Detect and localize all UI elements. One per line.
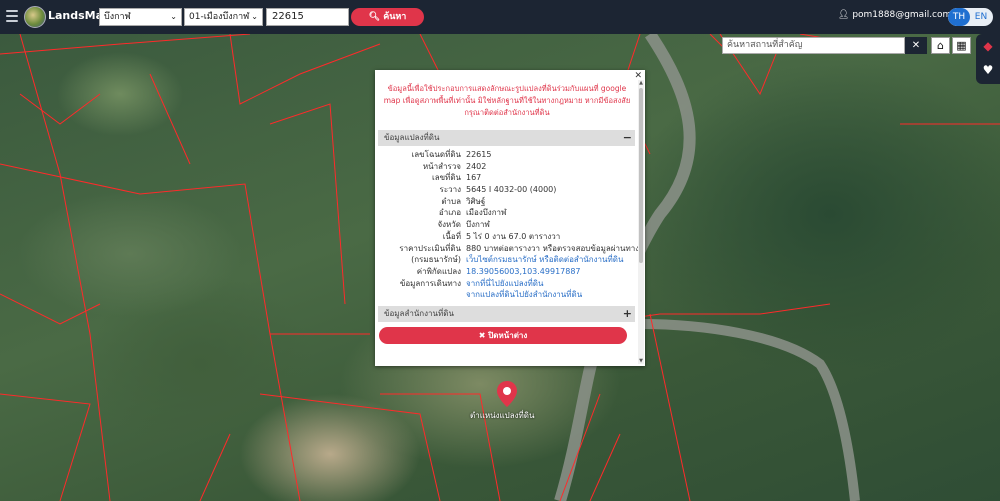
info-key: อำเภอ: [438, 208, 461, 218]
info-key: ข้อมูลการเดินทาง: [399, 278, 461, 288]
info-row: เลขโฉนดที่ดิน 22615: [375, 149, 637, 161]
info-value: บึงกาฬ: [466, 220, 490, 230]
menu-icon[interactable]: [6, 10, 18, 22]
info-row: ข้อมูลการเดินทาง จากที่นี่ไปยังแปลงที่ดิน: [375, 278, 637, 290]
treasury-link[interactable]: เว็บไซต์กรมธนารักษ์ หรือติดต่อสำนักงานที…: [466, 254, 623, 266]
scrollbar-thumb[interactable]: [639, 88, 643, 263]
info-key: ระวาง: [439, 185, 461, 195]
side-tools: ◆ ♥: [976, 34, 1000, 84]
chevron-down-icon: ⌄: [251, 12, 258, 21]
directions-to-parcel-link[interactable]: จากที่นี่ไปยังแปลงที่ดิน: [466, 278, 543, 290]
parcel-number-input[interactable]: 22615: [266, 8, 349, 26]
info-value: 5 ไร่ 0 งาน 67.0 ตารางวา: [466, 231, 561, 241]
info-value: 5645 I 4032-00 (4000): [466, 185, 557, 195]
info-row: เนื้อที่ 5 ไร่ 0 งาน 67.0 ตารางวา: [375, 231, 637, 243]
info-value: 880 บาทต่อตารางวา หรือตรวจสอบข้อมูลผ่านท…: [466, 243, 640, 253]
info-value: 2402: [466, 161, 487, 171]
info-row: จากแปลงที่ดินไปยังสำนักงานที่ดิน: [375, 289, 637, 301]
section-parcel-info-title: ข้อมูลแปลงที่ดิน: [384, 133, 440, 142]
coordinates-link[interactable]: 18.39056003,103.49917887: [466, 266, 581, 278]
collapse-icon[interactable]: −: [623, 130, 632, 146]
info-row: ค่าพิกัดแปลง 18.39056003,103.49917887: [375, 266, 637, 278]
info-key: ตำบล: [441, 196, 461, 206]
info-row: ระวาง 5645 I 4032-00 (4000): [375, 184, 637, 196]
info-value: 167: [466, 173, 482, 183]
info-key: เลขที่ดิน: [431, 173, 461, 183]
info-key: เลขโฉนดที่ดิน: [411, 150, 461, 159]
grid-icon[interactable]: ▦: [952, 37, 971, 54]
disclaimer-notice: ข้อมูลนี้เพื่อใช้ประกอบการแสดงลักษณะรูปแ…: [383, 84, 631, 117]
close-icon[interactable]: ✕: [905, 37, 927, 54]
info-row: อำเภอ เมืองบึงกาฬ: [375, 207, 637, 219]
language-toggle: TH EN: [948, 8, 993, 26]
section-land-office[interactable]: ข้อมูลสำนักงานที่ดิน +: [378, 306, 635, 322]
pin-label: ตำแหน่งแปลงที่ดิน: [470, 411, 535, 420]
user-menu[interactable]: 👤︎ pom1888@gmail.com ▾: [838, 10, 959, 20]
info-row: ตำบล วิศิษฐ์: [375, 196, 637, 208]
info-key: ราคาประเมินที่ดิน: [399, 243, 461, 253]
expand-icon[interactable]: +: [623, 306, 632, 322]
section-land-office-title: ข้อมูลสำนักงานที่ดิน: [384, 309, 454, 318]
info-row: จังหวัด บึงกาฬ: [375, 219, 637, 231]
search-icon: 🔍︎: [368, 12, 381, 22]
info-key: เนื้อที่: [442, 231, 461, 241]
directions-to-office-link[interactable]: จากแปลงที่ดินไปยังสำนักงานที่ดิน: [466, 289, 582, 301]
info-value: เมืองบึงกาฬ: [466, 208, 507, 218]
info-value: 22615: [466, 150, 492, 159]
user-icon: 👤︎: [838, 10, 850, 20]
chevron-down-icon: ⌄: [170, 12, 177, 21]
district-select-value: 01-เมืองบึงกาฬ: [189, 12, 250, 22]
map-pin-icon[interactable]: [496, 380, 518, 408]
home-icon[interactable]: ⌂: [931, 37, 950, 54]
search-button-label: ค้นหา: [383, 12, 407, 22]
province-select-value: บึงกาฬ: [104, 12, 131, 22]
province-select[interactable]: บึงกาฬ ⌄: [99, 8, 182, 26]
scroll-up-icon[interactable]: ▲: [638, 80, 644, 86]
user-email: pom1888@gmail.com: [852, 10, 952, 20]
info-key: จังหวัด: [437, 220, 461, 230]
district-select[interactable]: 01-เมืองบึงกาฬ ⌄: [184, 8, 263, 26]
lang-th-button[interactable]: TH: [948, 8, 970, 26]
lang-en-button[interactable]: EN: [970, 8, 992, 26]
landmark-search-input[interactable]: ค้นหาสถานที่สำคัญ: [722, 37, 905, 54]
parcel-info-popup: ✕ ข้อมูลนี้เพื่อใช้ประกอบการแสดงลักษณะรู…: [375, 70, 645, 366]
logo-icon: [24, 6, 46, 28]
info-row: (กรมธนารักษ์) เว็บไซต์กรมธนารักษ์ หรือติด…: [375, 254, 637, 266]
layers-icon[interactable]: ◆: [976, 34, 1000, 58]
info-key: (กรมธนารักษ์): [411, 255, 461, 265]
section-parcel-info[interactable]: ข้อมูลแปลงที่ดิน −: [378, 130, 635, 146]
search-button[interactable]: 🔍︎ ค้นหา: [351, 8, 424, 26]
info-value: วิศิษฐ์: [466, 196, 486, 206]
close-window-button[interactable]: ✖ ปิดหน้าต่าง: [379, 327, 627, 344]
top-bar: LandsMaps บึงกาฬ ⌄ 01-เมืองบึงกาฬ ⌄ 22615 …: [0, 0, 1000, 34]
popup-scrollbar[interactable]: ▲ ▼: [638, 80, 644, 364]
info-row: หน้าสำรวจ 2402: [375, 161, 637, 173]
heart-icon[interactable]: ♥: [976, 58, 1000, 82]
info-key: ค่าพิกัดแปลง: [416, 266, 461, 276]
info-row: เลขที่ดิน 167: [375, 172, 637, 184]
info-row: ราคาประเมินที่ดิน 880 บาทต่อตารางวา หรือต…: [375, 243, 640, 255]
info-key: หน้าสำรวจ: [422, 161, 461, 171]
parcel-info-rows: เลขโฉนดที่ดิน 22615 หน้าสำรวจ 2402 เลขที่ด…: [375, 149, 640, 301]
scroll-down-icon[interactable]: ▼: [638, 358, 644, 364]
